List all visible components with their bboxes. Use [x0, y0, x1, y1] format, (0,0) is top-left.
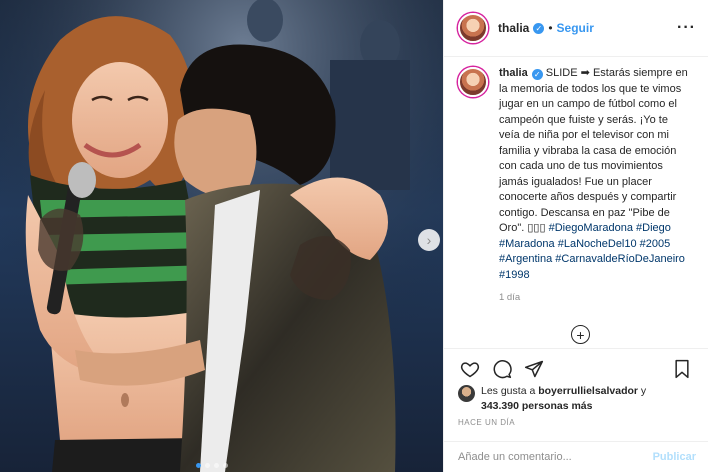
comment-input[interactable] [458, 451, 653, 463]
hashtag-link[interactable]: #2005 [640, 238, 671, 250]
verified-badge-icon: ✓ [531, 69, 543, 80]
caption-avatar[interactable] [458, 67, 488, 97]
liker-username[interactable]: boyerrullielsalvador [538, 385, 638, 397]
comment-icon [493, 359, 512, 378]
hashtag-link[interactable]: #LaNocheDel10 [558, 238, 637, 250]
post-timestamp[interactable]: HACE UN DÍA [458, 418, 515, 427]
next-slide-button[interactable]: › [418, 229, 440, 251]
load-more-comments-icon[interactable]: + [571, 325, 590, 344]
follow-button[interactable]: Seguir [557, 21, 594, 35]
like-button[interactable] [458, 357, 482, 381]
bookmark-icon [675, 359, 689, 378]
author-avatar[interactable] [458, 13, 488, 43]
publish-button[interactable]: Publicar [653, 451, 696, 463]
hashtag-link[interactable]: #Diego [636, 222, 671, 234]
hashtag-link[interactable]: #1998 [499, 269, 530, 281]
carousel-dot-4 [223, 463, 228, 468]
separator-dot: • [548, 21, 553, 35]
likes-count[interactable]: 343.390 personas más [481, 400, 593, 412]
carousel-dot-1 [196, 463, 201, 468]
post-photo[interactable]: › [0, 0, 443, 472]
save-button[interactable] [670, 357, 694, 381]
photo-illustration [0, 0, 443, 472]
post-details-panel: thalia ✓ • Seguir ··· thalia ✓ SLIDE ➡ Es… [443, 0, 708, 472]
caption-timestamp[interactable]: 1 día [499, 290, 689, 306]
caption-username[interactable]: thalia [499, 67, 528, 79]
hashtag-link[interactable]: #DiegoMaradona [549, 222, 633, 234]
caption: thalia ✓ SLIDE ➡ Estarás siempre en la me… [458, 66, 696, 306]
likes-summary: Les gusta a boyerrullielsalvador y 343.3… [458, 384, 696, 414]
post-header: thalia ✓ • Seguir ··· [444, 0, 708, 57]
hashtag-link[interactable]: #Maradona [499, 238, 555, 250]
share-button[interactable] [522, 357, 546, 381]
carousel-dot-2 [205, 463, 210, 468]
more-horizontal-icon[interactable]: ··· [677, 19, 696, 37]
caption-header-text: SLIDE ➡ [545, 67, 590, 79]
likes-middle: y [638, 385, 647, 397]
heart-icon [460, 361, 480, 377]
hashtag-link[interactable]: #Argentina [499, 253, 552, 265]
likes-text: Les gusta a boyerrullielsalvador y 343.3… [481, 384, 646, 414]
liker-avatar[interactable] [458, 385, 475, 402]
comment-bar: Publicar [444, 441, 708, 472]
verified-badge-icon: ✓ [533, 22, 545, 34]
author-username[interactable]: thalia [498, 21, 529, 35]
action-bar [444, 348, 708, 388]
carousel-indicator [196, 463, 228, 468]
likes-prefix: Les gusta a [481, 385, 536, 397]
caption-text: Estarás siempre en la memoria de todos l… [499, 67, 688, 234]
carousel-dot-3 [214, 463, 219, 468]
caption-body: thalia ✓ SLIDE ➡ Estarás siempre en la me… [499, 66, 689, 306]
hashtag-link[interactable]: #CarnavaldeRíoDeJaneiro [555, 253, 685, 265]
caption-section: thalia ✓ SLIDE ➡ Estarás siempre en la me… [458, 66, 696, 344]
comment-button[interactable] [490, 357, 514, 381]
paper-plane-icon [524, 360, 544, 377]
